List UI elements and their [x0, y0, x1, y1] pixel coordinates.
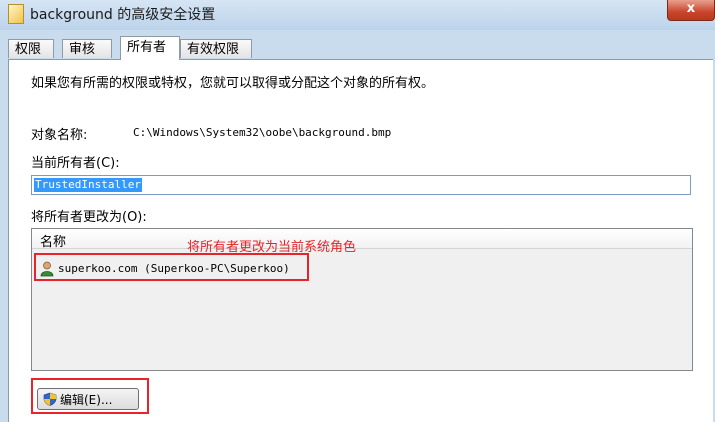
tab-effective-permissions[interactable]: 有效权限	[180, 39, 252, 58]
owner-panel: 如果您有所需的权限或特权，您就可以取得或分配这个对象的所有权。 对象名称: C:…	[8, 59, 713, 422]
current-owner-value: TrustedInstaller	[34, 178, 142, 192]
change-owner-label: 将所有者更改为(O):	[31, 210, 147, 225]
tab-bar: 权限 审核 所有者 有效权限	[8, 36, 708, 60]
edit-button-label: 编辑(E)...	[60, 393, 113, 407]
tab-owner[interactable]: 所有者	[120, 36, 180, 60]
close-button[interactable]: x	[667, 0, 715, 21]
object-name-label: 对象名称:	[31, 128, 88, 143]
file-icon	[8, 4, 24, 24]
shield-icon	[43, 392, 57, 406]
edit-button[interactable]: 编辑(E)...	[37, 388, 139, 410]
info-text: 如果您有所需的权限或特权，您就可以取得或分配这个对象的所有权。	[31, 76, 435, 91]
window-title: background 的高级安全设置	[30, 7, 216, 23]
current-owner-label: 当前所有者(C):	[31, 156, 120, 171]
object-name-value: C:\Windows\System32\oobe\background.bmp	[133, 126, 392, 139]
annotation-text: 将所有者更改为当前系统角色	[187, 240, 357, 255]
current-owner-field[interactable]: TrustedInstaller	[31, 175, 691, 195]
annotation-highlight-user	[34, 253, 309, 281]
column-header-name[interactable]: 名称	[40, 231, 66, 250]
list-header: 名称	[32, 229, 692, 250]
owner-list[interactable]: 名称 superkoo.com (Superkoo-PC\Superkoo)	[31, 228, 693, 371]
tab-permissions[interactable]: 权限	[8, 39, 54, 58]
title-bar: background 的高级安全设置 x	[0, 0, 715, 30]
tab-auditing[interactable]: 审核	[62, 39, 112, 58]
